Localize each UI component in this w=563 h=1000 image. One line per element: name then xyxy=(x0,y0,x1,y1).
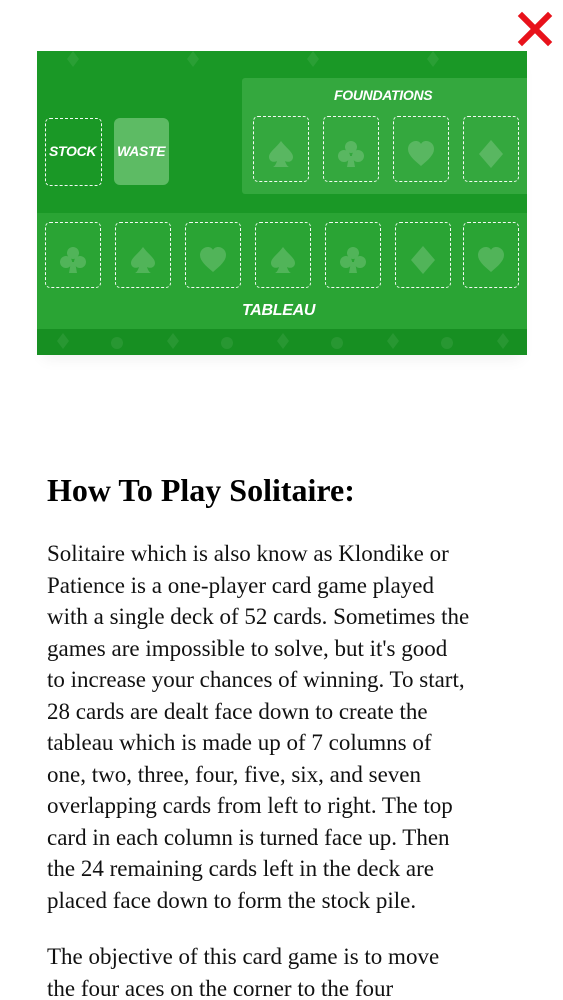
how-to-play-article: How To Play Solitaire: Solitaire which i… xyxy=(47,470,527,1000)
heart-icon xyxy=(406,139,436,169)
tableau-label: TABLEAU xyxy=(242,302,316,319)
diamond-icon xyxy=(408,245,438,275)
paragraph-line: with a single deck of 52 cards. Sometime… xyxy=(47,604,470,629)
club-icon xyxy=(336,139,366,169)
foundation-slot xyxy=(393,116,449,182)
paragraph-line: card in each column is turned face up. T… xyxy=(47,824,450,850)
foundations-label: FOUNDATIONS xyxy=(334,87,433,103)
tableau-slot xyxy=(185,222,241,288)
paragraph-line: tableau which is made up of 7 columns of xyxy=(47,730,432,755)
tableau-slot xyxy=(45,222,101,288)
foundation-slot xyxy=(253,116,309,182)
spade-icon xyxy=(128,245,158,275)
solitaire-board-diagram: FOUNDATIONS STOCK WASTE TABLEAU WASTE xyxy=(37,51,527,355)
club-icon xyxy=(338,245,368,275)
article-paragraph-1: Solitaire which is also know as Klondike… xyxy=(47,538,469,916)
spade-icon xyxy=(266,139,296,169)
paragraph-line: games are impossible to solve, but it's … xyxy=(47,635,448,661)
foundation-slot xyxy=(463,116,519,182)
board-bottom-strip xyxy=(37,329,527,355)
paragraph-line: overlapping cards from left to right. Th… xyxy=(47,793,453,818)
paragraph-line: Patience is a one-player card game playe… xyxy=(47,572,434,598)
tableau-slot xyxy=(115,222,171,288)
foundation-slot xyxy=(323,116,379,182)
paragraph-line: The objective of this card game is to mo… xyxy=(47,944,440,969)
close-icon xyxy=(517,11,553,47)
stock-pile-slot xyxy=(45,118,102,186)
close-button[interactable] xyxy=(516,10,554,48)
tableau-slot xyxy=(325,222,381,288)
paragraph-line: placed face down to form the stock pile. xyxy=(47,887,417,913)
spade-icon xyxy=(268,245,298,275)
paragraph-line: 28 cards are dealt face down to create t… xyxy=(47,698,428,724)
tableau-slot xyxy=(395,222,451,288)
paragraph-line: the 24 remaining cards left in the deck … xyxy=(47,856,435,881)
paragraph-line: to increase your chances of winning. To … xyxy=(47,667,465,692)
heart-icon xyxy=(198,245,228,275)
paragraph-line: one, two, three, four, five, six, and se… xyxy=(47,761,421,787)
club-icon xyxy=(58,245,88,275)
paragraph-line: the four aces on the corner to the four xyxy=(47,975,394,1000)
tableau-slot xyxy=(463,222,519,288)
paragraph-line: Solitaire which is also know as Klondike… xyxy=(47,541,449,566)
diamond-icon xyxy=(476,139,506,169)
page: FOUNDATIONS STOCK WASTE TABLEAU WASTE xyxy=(0,0,563,1000)
tableau-slot xyxy=(255,222,311,288)
article-paragraph-2: The objective of this card game is to mo… xyxy=(47,941,439,1000)
article-title: How To Play Solitaire: xyxy=(47,472,355,508)
waste-label: WASTE xyxy=(117,143,166,159)
heart-icon xyxy=(476,245,506,275)
